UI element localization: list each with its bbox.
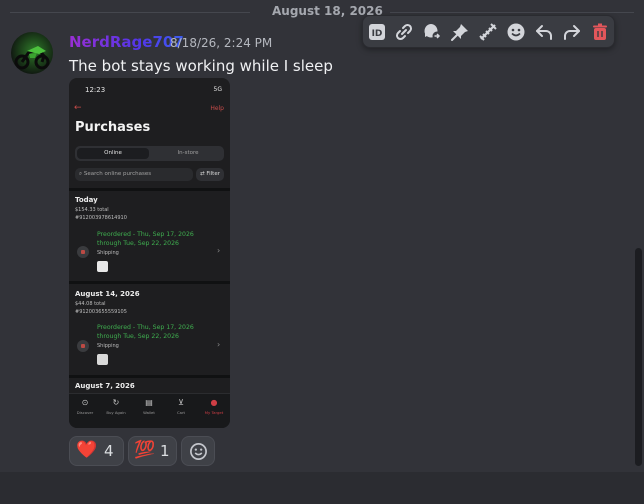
message-text: The bot stays working while I sleep [69, 57, 333, 75]
phone-order-number: #912003655559105 [75, 309, 127, 315]
reaction-count: 1 [160, 442, 170, 460]
emoji-icon [507, 23, 525, 41]
phone-segment-control: Online In-store [75, 146, 224, 161]
phone-status-signal: 5G [213, 86, 222, 93]
phone-order-status-2: through Tue, Sep 22, 2026 [97, 333, 179, 340]
phone-nav-wallet: ▤ Wallet [135, 398, 163, 415]
reply-button[interactable] [533, 21, 555, 43]
avatar[interactable] [11, 32, 53, 74]
product-thumbnail [97, 354, 108, 365]
delete-button[interactable] [589, 21, 611, 43]
scrollbar-thumb[interactable] [635, 248, 642, 466]
chevron-right-icon: › [217, 246, 221, 255]
add-reaction-button[interactable] [181, 436, 215, 466]
bottom-area [0, 472, 644, 504]
phone-filter-button: ⇄ Filter [196, 168, 224, 181]
phone-order-total: $154.33 total [75, 207, 109, 213]
phone-status-time: 12:23 [85, 86, 106, 94]
phone-seg-online: Online [77, 148, 149, 159]
reaction-hundred[interactable]: 💯 1 [128, 436, 177, 466]
phone-nav-my-target: ● My Target [200, 398, 228, 415]
phone-seg-instore: In-store [177, 150, 199, 156]
wallet-icon: ▤ [145, 398, 153, 407]
phone-divider [69, 281, 230, 284]
user-icon: ● [210, 398, 218, 407]
share-icon [564, 25, 580, 40]
reaction-heart[interactable]: ❤️ 4 [69, 436, 124, 466]
phone-nav-discover: ⊙ Discover [71, 398, 99, 415]
image-attachment[interactable]: 12:23 5G ← Help Purchases Online In-stor… [69, 78, 230, 428]
phone-section-title: August 7, 2026 [75, 382, 135, 390]
forward-icon [479, 23, 497, 41]
product-thumbnail [97, 261, 108, 272]
message-timestamp: 8/18/26, 2:24 PM [170, 36, 273, 50]
add-reaction-toolbar-button[interactable] [505, 21, 527, 43]
phone-order-number: #912003978614910 [75, 215, 127, 221]
divider-line-right [390, 12, 634, 13]
phone-filter-label: Filter [206, 171, 220, 177]
phone-order-status-1: Preordered - Thu, Sep 17, 2026 [97, 231, 194, 238]
phone-help-link: Help [210, 105, 224, 112]
phone-section-title: Today [75, 196, 98, 204]
link-icon [395, 23, 413, 41]
copy-id-button[interactable]: ID [366, 21, 388, 43]
forward-button[interactable] [477, 21, 499, 43]
phone-bottom-nav: ⊙ Discover ↻ Buy Again ▤ Wallet ⊻ Cart ●… [69, 393, 230, 428]
phone-nav-cart: ⊻ Cart [167, 398, 195, 415]
refresh-icon: ↻ [112, 398, 120, 407]
copy-link-button[interactable] [393, 21, 415, 43]
hundred-icon: 💯 [134, 440, 156, 460]
order-status-icon [77, 246, 89, 258]
order-status-icon [77, 340, 89, 352]
cart-icon: ⊻ [178, 398, 184, 407]
share-button[interactable] [561, 21, 583, 43]
phone-search-placeholder: Search online purchases [83, 171, 152, 177]
phone-search-field: ⌕ Search online purchases [75, 168, 193, 181]
delete-icon [593, 23, 607, 40]
phone-order-total: $44.08 total [75, 301, 106, 307]
phone-divider [69, 188, 230, 191]
reply-icon [536, 25, 552, 40]
username[interactable]: NerdRage707 [69, 33, 184, 51]
phone-nav-buy-again: ↻ Buy Again [102, 398, 130, 415]
phone-order-status-1: Preordered - Thu, Sep 17, 2026 [97, 324, 194, 331]
phone-divider [69, 375, 230, 378]
heart-icon: ❤️ [76, 440, 98, 460]
chevron-right-icon: › [217, 340, 221, 349]
compass-icon: ⊙ [81, 398, 89, 407]
phone-order-method: Shipping [97, 250, 119, 256]
phone-title: Purchases [75, 120, 151, 135]
reply-thread-icon [424, 24, 442, 41]
phone-section-title: August 14, 2026 [75, 290, 140, 298]
pin-button[interactable] [449, 21, 471, 43]
back-arrow-icon: ← [74, 103, 82, 113]
thread-button[interactable] [421, 21, 443, 43]
svg-text:ID: ID [372, 29, 383, 39]
add-reaction-icon [190, 443, 207, 460]
motorcycle-icon [14, 46, 50, 70]
message-actions-toolbar: ID [362, 15, 615, 48]
phone-order-method: Shipping [97, 343, 119, 349]
reaction-count: 4 [104, 442, 114, 460]
divider-line-left [10, 12, 250, 13]
id-icon: ID [369, 24, 385, 40]
pin-icon [451, 24, 468, 41]
phone-order-status-2: through Tue, Sep 22, 2026 [97, 240, 179, 247]
